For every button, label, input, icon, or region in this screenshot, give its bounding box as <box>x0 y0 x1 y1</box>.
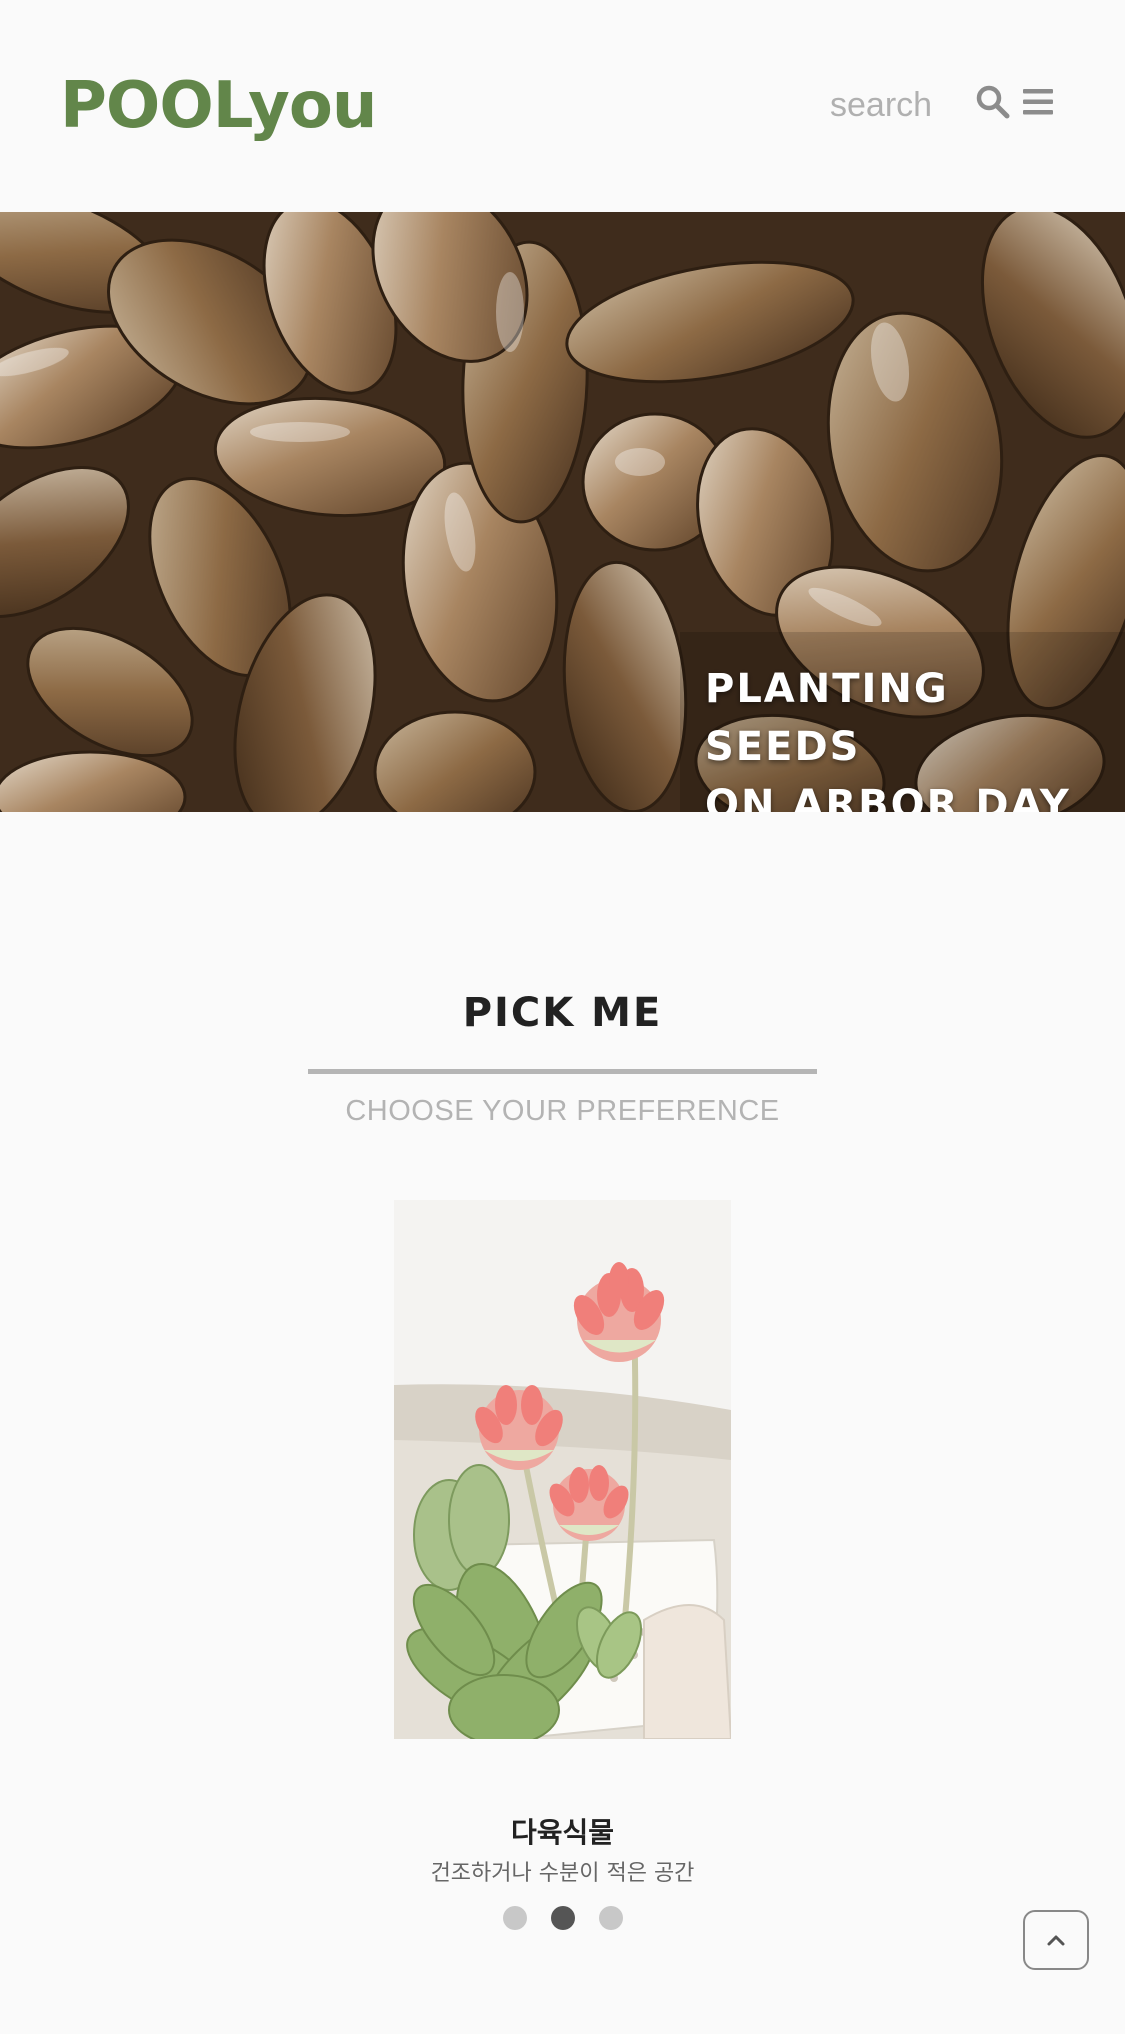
search-input[interactable] <box>830 80 935 130</box>
carousel-dots <box>0 1906 1125 1930</box>
succulent-photo <box>394 1200 731 1739</box>
section-title: PICK ME <box>462 990 663 1036</box>
hero-title-line-2: ON ARBOR DAY <box>705 782 1071 812</box>
carousel-dot-3[interactable] <box>598 1906 623 1930</box>
carousel-dot-2[interactable] <box>550 1906 575 1930</box>
search-icon[interactable] <box>975 84 1011 120</box>
header: POOLyou <box>0 0 1125 212</box>
hero-title: PLANTING SEEDS ON ARBOR DAY <box>705 660 1115 812</box>
plant-image[interactable] <box>394 1200 731 1739</box>
plant-description: 건조하거나 수분이 적은 공간 <box>430 1861 695 1886</box>
section-divider <box>308 1069 817 1074</box>
page: POOLyou search PLANTING SEEDS ON ARBOR D… <box>0 0 1125 2034</box>
scroll-to-top-button[interactable] <box>1023 1910 1089 1970</box>
chevron-up-icon <box>1047 1935 1065 1946</box>
hero-title-line-1: PLANTING SEEDS <box>705 666 949 770</box>
logo[interactable]: POOLyou <box>60 66 377 146</box>
hamburger-menu-icon[interactable] <box>1020 84 1056 120</box>
hero-banner[interactable]: PLANTING SEEDS ON ARBOR DAY <box>0 212 1125 812</box>
plant-name: 다육식물 <box>510 1816 615 1849</box>
carousel-dot-1[interactable] <box>502 1906 527 1930</box>
section-subtitle: CHOOSE YOUR PREFERENCE <box>345 1095 780 1127</box>
